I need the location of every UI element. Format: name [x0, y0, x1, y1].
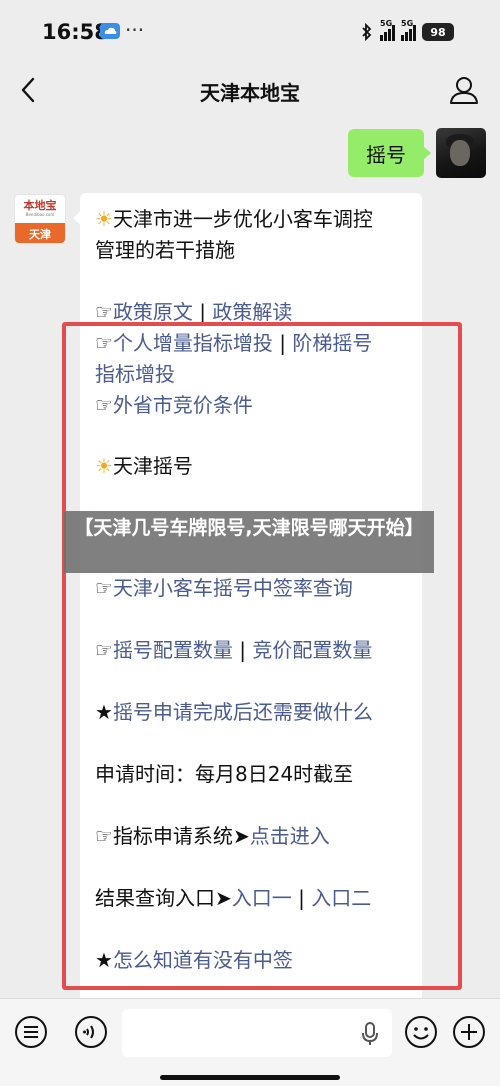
pointer-icon: ☞: [95, 300, 113, 324]
separator: |: [239, 638, 247, 662]
arrow-icon: ➤: [232, 824, 250, 848]
link-entry-2[interactable]: 入口二: [311, 886, 371, 910]
bot-avatar-city: 天津: [15, 223, 65, 243]
quota-count-row: ☞摇号配置数量 | 竞价配置数量: [95, 635, 410, 666]
pointer-icon: ☞: [95, 393, 113, 417]
avatar-face: [450, 140, 470, 166]
status-indicators: 5G 5G 98: [360, 19, 454, 42]
system-row: ☞指标申请系统➤点击进入: [95, 821, 410, 852]
caption-overlay: 【天津几号车牌限号,天津限号哪天开始】: [64, 511, 434, 573]
signal-2-icon: 5G: [401, 19, 416, 41]
profile-icon[interactable]: [448, 74, 480, 106]
bot-avatar-logo-text: 本地宝: [23, 199, 57, 212]
link-bid-quota[interactable]: 竞价配置数量: [252, 638, 372, 662]
headline-line-1: ☀天津市进一步优化小客车调控: [95, 204, 410, 235]
signal-2-label: 5G: [401, 19, 414, 28]
chat-title: 天津本地宝: [200, 81, 300, 105]
pointer-icon: ☞: [95, 331, 113, 355]
quota-links-row: ☞个人增量指标增投 | 阶梯摇号: [95, 328, 410, 359]
how-to-know-row: ★怎么知道有没有中签: [95, 945, 410, 976]
battery-indicator: 98: [422, 23, 454, 41]
input-bar: [0, 998, 500, 1086]
link-tiered-lottery-cont[interactable]: 指标增投: [95, 362, 175, 386]
link-success-rate[interactable]: 天津小客车摇号中签率查询: [113, 576, 353, 600]
pointer-icon: ☞: [95, 576, 113, 600]
plus-icon[interactable]: [452, 1015, 486, 1049]
link-how-to-know[interactable]: 怎么知道有没有中签: [113, 948, 293, 972]
home-indicator: [160, 1075, 340, 1080]
deadline-row: 申请时间：每月8日24时截至: [95, 759, 410, 790]
link-policy-original[interactable]: 政策原文: [113, 300, 193, 324]
quota-links-row-cont: 指标增投: [95, 359, 410, 390]
link-lottery-quota[interactable]: 摇号配置数量: [113, 638, 233, 662]
cloud-icon: [100, 23, 120, 39]
link-after-apply[interactable]: 摇号申请完成后还需要做什么: [113, 700, 373, 724]
separator: |: [199, 300, 207, 324]
status-time: 16:58: [42, 20, 109, 44]
separator: |: [279, 331, 287, 355]
mic-icon[interactable]: [360, 1021, 380, 1047]
system-label: 指标申请系统: [112, 824, 233, 848]
bot-message-bubble: ☀天津市进一步优化小客车调控 管理的若干措施 ☞政策原文 | 政策解读 ☞个人增…: [73, 193, 422, 998]
bot-avatar[interactable]: 本地宝 Bendibao.com 天津: [14, 194, 66, 244]
user-avatar[interactable]: [436, 128, 486, 178]
after-apply-row: ★摇号申请完成后还需要做什么: [95, 697, 410, 728]
headline-text-1: 天津市进一步优化小客车调控: [112, 207, 373, 231]
sun-icon: ☀: [95, 207, 113, 231]
star-icon: ★: [95, 948, 113, 972]
user-message-bubble[interactable]: 摇号: [348, 129, 431, 177]
sun-icon: ☀: [95, 454, 113, 478]
emoji-icon[interactable]: [404, 1015, 438, 1049]
bot-avatar-logo: 本地宝 Bendibao.com: [15, 195, 65, 223]
section-title: 天津摇号: [112, 454, 193, 478]
star-icon: ★: [95, 700, 113, 724]
bluetooth-icon: [362, 23, 372, 41]
voice-icon[interactable]: [74, 1015, 108, 1049]
policy-links-row: ☞政策原文 | 政策解读: [95, 297, 410, 328]
success-rate-row: ☞天津小客车摇号中签率查询: [95, 573, 410, 604]
headline-text-2: 管理的若干措施: [95, 238, 235, 262]
pointer-icon: ☞: [95, 824, 113, 848]
headline-line-2: 管理的若干措施: [95, 235, 410, 266]
signal-1-label: 5G: [380, 19, 393, 28]
result-label: 结果查询入口: [95, 886, 215, 910]
link-policy-interpret[interactable]: 政策解读: [212, 300, 292, 324]
link-tiered-lottery[interactable]: 阶梯摇号: [292, 331, 372, 355]
menu-icon[interactable]: [14, 1015, 48, 1049]
chat-header: 天津本地宝: [0, 62, 500, 118]
link-personal-quota[interactable]: 个人增量指标增投: [113, 331, 273, 355]
signal-1-icon: 5G: [380, 19, 395, 41]
status-bar: 16:58 ··· 5G 5G 98: [0, 0, 500, 62]
link-entry-1[interactable]: 入口一: [232, 886, 292, 910]
out-of-city-row: ☞外省市竞价条件: [95, 390, 410, 421]
arrow-icon: ➤: [215, 886, 232, 910]
message-input[interactable]: [122, 1009, 392, 1057]
pointer-icon: ☞: [95, 638, 113, 662]
link-enter-system[interactable]: 点击进入: [250, 824, 330, 848]
status-more-dots: ···: [125, 18, 145, 42]
result-row: 结果查询入口➤入口一 | 入口二: [95, 883, 410, 914]
deadline-text: 申请时间：每月8日24时截至: [95, 762, 354, 786]
separator: |: [298, 886, 305, 910]
section-title-row: ☀天津摇号: [95, 451, 410, 482]
link-out-of-city[interactable]: 外省市竞价条件: [113, 393, 253, 417]
bot-avatar-logo-subtext: Bendibao.com: [25, 212, 55, 217]
